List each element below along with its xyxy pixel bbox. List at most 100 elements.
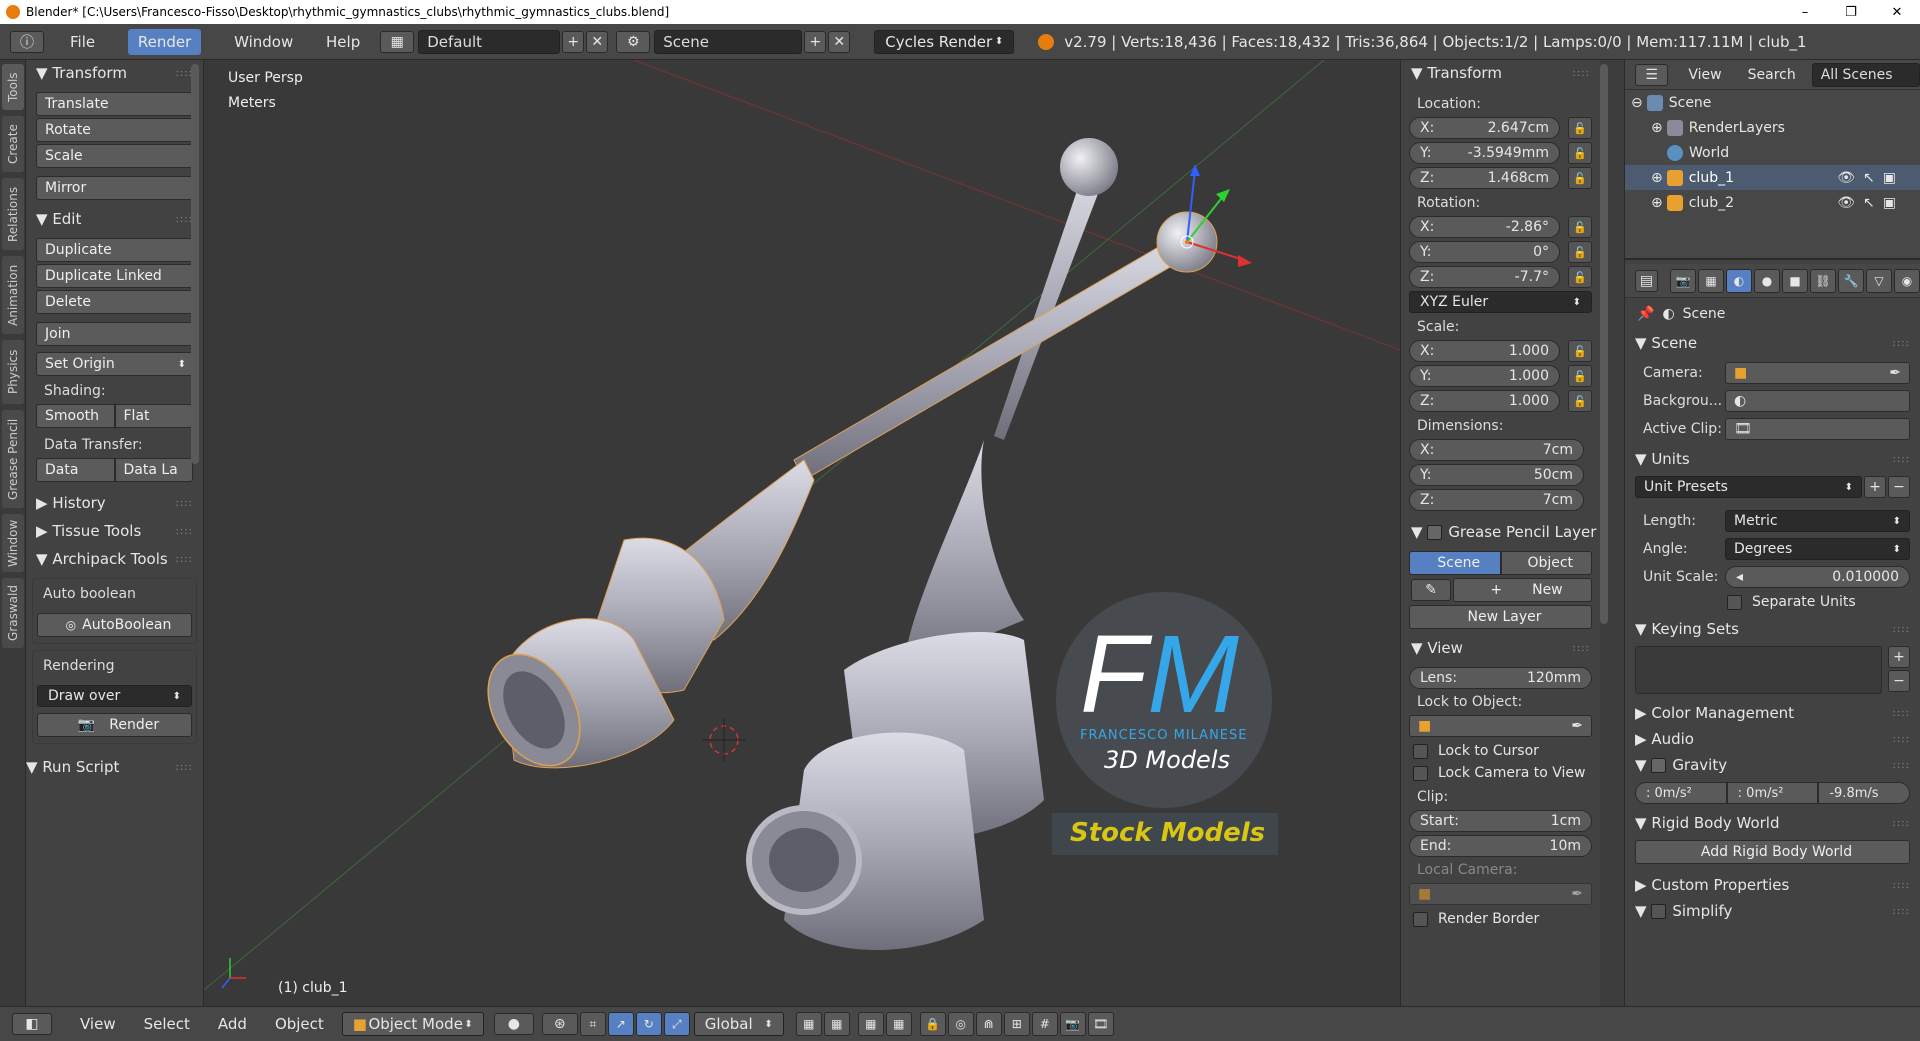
lock-icon[interactable]: 🔓 [1568,340,1592,362]
lock-layers-icon[interactable]: 🔒 [919,1012,946,1036]
delete-button[interactable]: Delete [36,290,193,314]
translate-manipulator-icon[interactable]: ↗ [607,1012,634,1036]
pin-icon[interactable]: 📌 [1637,306,1654,322]
tissue-tools-panel-header[interactable]: ▶ Tissue Tools:::: [26,518,203,544]
draw-over-dropdown[interactable]: Draw over ⬍ [37,685,192,707]
gravity-z-field[interactable]: -9.8m/s [1818,782,1911,804]
properties-editor-type-icon[interactable]: ▤ [1635,269,1658,292]
remove-keying-set-icon[interactable]: − [1888,670,1910,692]
history-panel-header[interactable]: ▶ History:::: [26,490,203,516]
active-clip-field[interactable]: 🎞 [1725,418,1910,440]
remove-preset-icon[interactable]: − [1888,476,1910,498]
lock-icon[interactable]: 🔓 [1568,142,1592,164]
outliner-row-club-1[interactable]: ⊕ club_1 👁↖▣ [1625,165,1920,190]
view-panel-header[interactable]: ▼ View:::: [1401,635,1600,661]
archipack-panel-header[interactable]: ▼ Archipack Tools:::: [26,546,203,572]
gravity-panel-header[interactable]: ▼ Gravity:::: [1625,752,1920,778]
layer-button-icon[interactable]: ▦ [885,1012,912,1036]
renderlayer-tab-icon[interactable]: ▦ [1698,268,1724,293]
grease-pencil-checkbox[interactable] [1427,524,1443,540]
visibility-icons[interactable]: 👁↖▣ [1837,170,1904,186]
unit-presets-dropdown[interactable]: Unit Presets ⬍ [1635,476,1862,498]
set-origin-dropdown[interactable]: Set Origin ⬍ [36,352,193,376]
rotation-z-field[interactable]: Z: -7.7° [1409,266,1560,288]
remove-layout-icon[interactable]: ✕ [586,30,609,53]
add-scene-icon[interactable]: + [804,30,827,53]
mirror-button[interactable]: Mirror [36,176,193,200]
scene-name-field[interactable]: Scene [654,29,803,54]
rigid-body-world-panel-header[interactable]: ▼ Rigid Body World:::: [1625,810,1920,836]
tab-physics[interactable]: Physics [2,340,24,404]
lock-icon[interactable]: 🔓 [1568,390,1592,412]
visibility-icons[interactable]: 👁↖▣ [1837,195,1904,211]
autoboolean-button[interactable]: ◎ AutoBoolean [37,613,192,637]
scale-x-field[interactable]: X: 1.000 [1409,340,1560,362]
background-field[interactable]: ◐ [1725,390,1910,412]
add-preset-icon[interactable]: + [1864,476,1886,498]
duplicate-button[interactable]: Duplicate [36,238,193,262]
simplify-panel-header[interactable]: ▼ Simplify:::: [1625,898,1920,924]
bottom-menu-object[interactable]: Object [275,1015,324,1033]
opengl-animation-icon[interactable]: 🎞 [1087,1012,1114,1036]
join-button[interactable]: Join [36,322,193,346]
menu-file[interactable]: File [70,33,95,51]
dimension-y-field[interactable]: Y: 50cm [1409,464,1584,486]
bottom-menu-select[interactable]: Select [144,1015,190,1033]
grid-snap-icon[interactable]: # [1031,1012,1058,1036]
modifiers-tab-icon[interactable]: 🔧 [1838,268,1864,293]
scene-tab-icon[interactable]: ◐ [1726,268,1752,293]
object-tab-icon[interactable]: ■ [1782,268,1808,293]
tab-window[interactable]: Window [2,514,24,572]
transform-panel-header[interactable]: ▼ Transform:::: [1401,60,1600,86]
render-border-checkbox[interactable] [1413,911,1428,927]
tab-relations[interactable]: Relations [2,178,24,250]
close-button[interactable]: ✕ [1874,0,1920,24]
rotation-x-field[interactable]: X: -2.86° [1409,216,1560,238]
render-tab-icon[interactable]: 📷 [1670,268,1696,293]
bottom-menu-view[interactable]: View [80,1015,116,1033]
tab-tools[interactable]: Tools [2,64,24,110]
rotation-y-field[interactable]: Y: 0° [1409,241,1560,263]
outliner-row-world[interactable]: World [1625,140,1920,165]
translate-button[interactable]: Translate [36,92,193,116]
lock-icon[interactable]: 🔓 [1568,167,1592,189]
menu-window[interactable]: Window [234,33,293,51]
opengl-render-icon[interactable]: 📷 [1059,1012,1086,1036]
proportional-edit-icon[interactable]: ◎ [947,1012,974,1036]
editor-type-info-icon[interactable]: ⓘ [10,30,44,53]
pencil-icon[interactable]: ✎ [1411,579,1451,601]
lock-icon[interactable]: 🔓 [1568,117,1592,139]
rotate-button[interactable]: Rotate [36,118,193,142]
pivot-point-icon[interactable]: ⊛ [541,1013,578,1035]
keying-sets-panel-header[interactable]: ▼ Keying Sets:::: [1625,616,1920,642]
layout-name-field[interactable]: Default [418,29,561,54]
render-button[interactable]: 📷 Render [37,713,192,737]
lock-camera-checkbox[interactable] [1413,765,1428,781]
lock-icon[interactable]: 🔓 [1568,216,1592,238]
tool-shelf-scrollbar[interactable] [191,64,199,464]
run-script-panel-header[interactable]: ▼ Run Script:::: [26,754,203,780]
length-dropdown[interactable]: Metric ⬍ [1725,510,1910,532]
gp-new-layer-button[interactable]: New Layer [1409,605,1592,629]
scale-button[interactable]: Scale [36,144,193,168]
outliner-menu-search[interactable]: Search [1748,67,1796,83]
outliner-row-scene[interactable]: ⊖ Scene [1625,90,1920,115]
remove-scene-icon[interactable]: ✕ [828,30,851,53]
viewport-shading-icon[interactable]: ● [493,1013,534,1035]
tab-animation[interactable]: Animation [2,256,24,334]
menu-render[interactable]: Render [127,28,202,55]
transform-orientation-dropdown[interactable]: Global ⬍ [693,1012,784,1036]
data-tab-icon[interactable]: ▽ [1866,268,1892,293]
dimension-x-field[interactable]: X: 7cm [1409,439,1584,461]
transform-panel-header[interactable]: ▼ Transform:::: [26,60,203,86]
location-x-field[interactable]: X: 2.647cm [1409,117,1560,139]
location-y-field[interactable]: Y: -3.5949mm [1409,142,1560,164]
flat-button[interactable]: Flat [114,404,193,428]
color-management-panel-header[interactable]: ▶ Color Management:::: [1625,700,1920,726]
3d-view-editor-type-icon[interactable]: ◧ [12,1013,52,1035]
interaction-mode-dropdown[interactable]: ■ Object Mode ⬍ [341,1012,484,1036]
rotation-mode-dropdown[interactable]: XYZ Euler ⬍ [1409,291,1592,313]
outliner-editor-type-icon[interactable]: ☰ [1635,63,1669,86]
menu-help[interactable]: Help [326,33,360,51]
material-tab-icon[interactable]: ◉ [1894,268,1920,293]
